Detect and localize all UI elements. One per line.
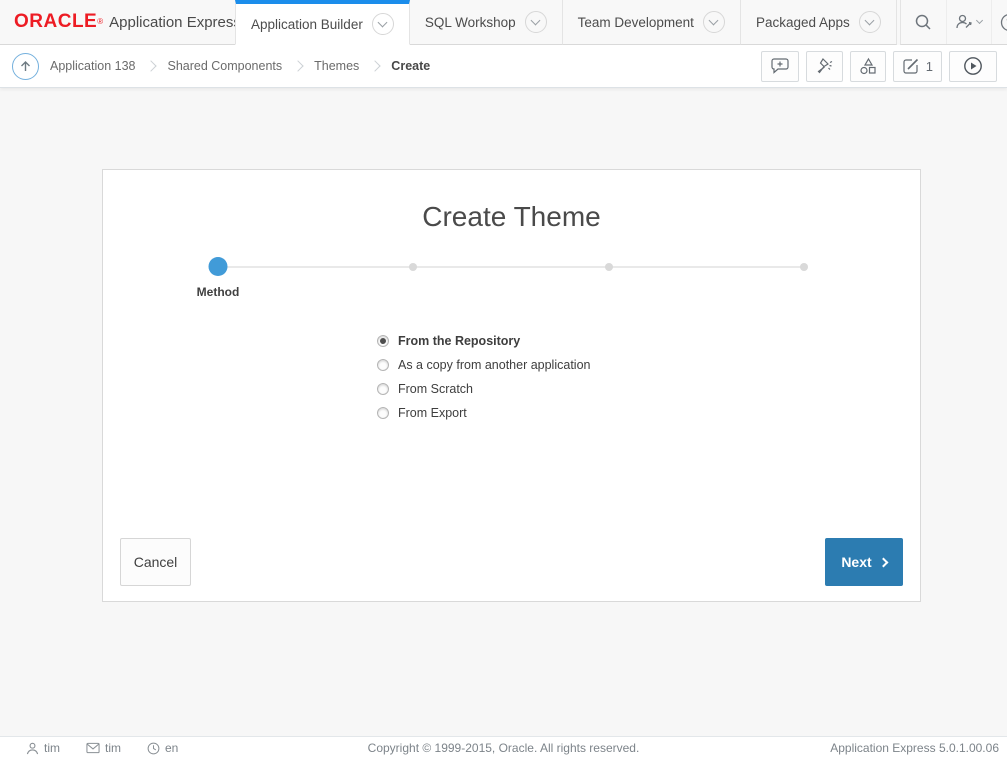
radio-button-icon[interactable] [377,335,389,347]
create-theme-method-options: From the Repository As a copy from anoth… [377,329,590,425]
tab-label: SQL Workshop [425,15,516,30]
tab-packaged-apps[interactable]: Packaged Apps [741,0,897,45]
wizard-progress-train: Method [218,266,804,268]
chevron-down-icon[interactable] [372,13,394,35]
clock-icon [147,742,160,755]
search-button[interactable] [901,0,946,44]
breadcrumb-separator-icon [146,60,157,71]
option-from-repository[interactable]: From the Repository [377,329,590,353]
footer-version: Application Express 5.0.1.00.06 [830,741,999,755]
admin-wrench-user-icon [955,13,973,31]
breadcrumb-bar: Application 138 Shared Components Themes… [0,45,1007,88]
edit-page-number: 1 [926,59,933,74]
run-page-button[interactable] [949,51,997,82]
tab-label: Packaged Apps [756,15,850,30]
footer-workspace-name: tim [105,741,121,755]
help-menu-button[interactable] [991,0,1007,44]
top-navigation-bar: ORACLE ® Application Express Application… [0,0,1007,45]
footer-user-name: tim [44,741,60,755]
radio-button-icon[interactable] [377,359,389,371]
chevron-right-icon [878,557,888,567]
current-step-label: Method [197,285,240,299]
chevron-down-icon[interactable] [525,11,547,33]
feedback-button[interactable] [761,51,799,82]
tab-application-builder[interactable]: Application Builder [235,0,410,45]
utilities-flashlight-button[interactable] [806,51,843,82]
registered-mark: ® [97,17,103,27]
flashlight-icon [815,57,834,76]
up-arrow-icon [19,60,32,73]
radio-button-icon[interactable] [377,383,389,395]
help-icon [1000,13,1007,32]
breadcrumb-create: Create [391,59,430,73]
option-from-scratch[interactable]: From Scratch [377,377,590,401]
option-label: From Scratch [398,382,473,396]
oracle-logo-text: ORACLE [14,11,97,33]
option-label: From the Repository [398,334,520,348]
envelope-icon [86,742,100,754]
step-dot-2 [409,263,417,271]
edit-pencil-icon [902,57,920,75]
nav-icon-buttons [900,0,1007,45]
chevron-down-icon[interactable] [703,11,725,33]
footer-workspace[interactable]: tim [86,741,121,755]
tab-label: Application Builder [251,17,363,32]
breadcrumb-themes[interactable]: Themes [314,59,359,73]
up-level-button[interactable] [12,53,39,80]
option-from-export[interactable]: From Export [377,401,590,425]
tab-label: Team Development [578,15,694,30]
product-name: Application Express [109,14,241,31]
tab-sql-workshop[interactable]: SQL Workshop [410,0,563,45]
play-icon [963,56,983,76]
person-icon [26,742,39,755]
footer-language-code: en [165,741,178,755]
step-dot-method [209,257,228,276]
shapes-icon [859,57,877,75]
option-label: As a copy from another application [398,358,590,372]
search-icon [914,13,932,31]
page-title: Create Theme [103,201,920,233]
administration-menu-button[interactable] [946,0,991,44]
oracle-apex-logo: ORACLE ® Application Express [0,0,235,45]
footer-language[interactable]: en [147,741,178,755]
chevron-down-icon[interactable] [859,11,881,33]
page-footer: tim tim en Copyright © 1999-2015, Oracle… [0,736,1007,766]
radio-button-icon[interactable] [377,407,389,419]
apex-create-theme-page: { "brand": {"logo_text": "ORACLE", "regi… [0,0,1007,751]
breadcrumb-separator-icon [292,60,303,71]
tab-team-development[interactable]: Team Development [563,0,741,45]
breadcrumb-application[interactable]: Application 138 [50,59,135,73]
footer-user[interactable]: tim [26,741,60,755]
chevron-down-icon [976,17,983,24]
page-toolbar: 1 [761,51,997,82]
cancel-button[interactable]: Cancel [120,538,191,586]
breadcrumb: Application 138 Shared Components Themes… [50,59,430,73]
next-button[interactable]: Next [825,538,903,586]
step-dot-4 [800,263,808,271]
step-dot-3 [605,263,613,271]
breadcrumb-separator-icon [370,60,381,71]
edit-page-button[interactable]: 1 [893,51,942,82]
feedback-bubble-icon [770,57,790,75]
next-button-label: Next [841,554,871,570]
create-theme-wizard-card: Create Theme Method From the Repository … [102,169,921,602]
main-tabs: Application Builder SQL Workshop Team De… [235,0,897,45]
breadcrumb-shared-components[interactable]: Shared Components [167,59,282,73]
option-copy-from-application[interactable]: As a copy from another application [377,353,590,377]
option-label: From Export [398,406,467,420]
shared-components-button[interactable] [850,51,886,82]
